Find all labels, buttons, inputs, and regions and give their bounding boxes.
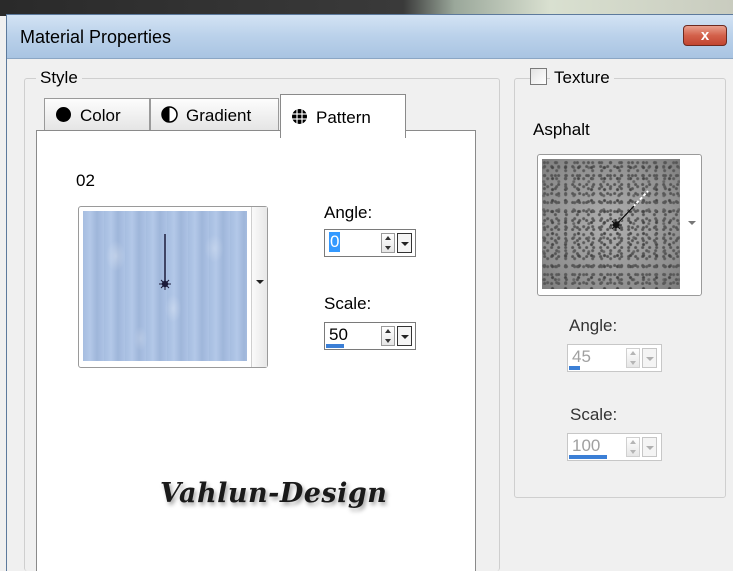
arrow-down-icon (630, 361, 636, 365)
texture-scale-level-bar (569, 455, 607, 459)
pattern-globe-icon (291, 108, 308, 125)
close-button[interactable]: x (683, 25, 727, 46)
texture-name: Asphalt (533, 120, 590, 139)
texture-checkbox-label[interactable]: Texture (550, 68, 614, 88)
chevron-down-icon (646, 357, 654, 361)
texture-dropdown-button[interactable] (684, 155, 700, 295)
style-legend: Style (36, 68, 82, 88)
scale-spinbox[interactable]: 50 (324, 322, 416, 350)
texture-scale-dropdown-button[interactable] (642, 437, 657, 457)
scale-spin-arrows[interactable] (381, 326, 395, 346)
tab-label: Gradient (186, 106, 252, 125)
texture-center-handle[interactable] (606, 185, 656, 235)
angle-dropdown-button[interactable] (397, 233, 412, 253)
tab-label: Color (80, 106, 121, 125)
watermark: Vahlun-Design (160, 478, 388, 509)
arrow-up-icon (630, 351, 636, 355)
arrow-down-icon (385, 246, 391, 250)
chevron-down-icon (401, 242, 409, 246)
texture-scale-label: Scale: (570, 405, 618, 424)
scale-dropdown-button[interactable] (397, 326, 412, 346)
tab-color[interactable]: Color (44, 98, 150, 131)
scale-level-bar (326, 344, 344, 348)
arrow-down-icon (630, 450, 636, 454)
pattern-center-handle[interactable] (155, 232, 175, 302)
half-circle-icon (161, 106, 178, 123)
close-icon: x (700, 27, 710, 44)
texture-angle-dropdown-button[interactable] (642, 348, 657, 368)
tab-pattern[interactable]: Pattern (280, 94, 406, 138)
chevron-down-icon (401, 335, 409, 339)
pattern-dropdown-button[interactable] (251, 207, 267, 367)
texture-scale-spin-arrows[interactable] (626, 437, 640, 457)
angle-spinbox[interactable]: 0 (324, 229, 416, 257)
angle-value[interactable]: 0 (329, 232, 341, 252)
title-bar[interactable]: Material Properties x (7, 15, 733, 59)
arrow-down-icon (385, 339, 391, 343)
filled-circle-icon (55, 106, 72, 123)
window-title: Material Properties (20, 27, 172, 47)
texture-angle-label: Angle: (569, 316, 618, 335)
scale-label: Scale: (324, 294, 372, 313)
texture-angle-value[interactable]: 45 (572, 347, 591, 367)
tab-label: Pattern (316, 108, 371, 127)
tab-gradient[interactable]: Gradient (150, 98, 279, 131)
pattern-swatch[interactable] (78, 206, 268, 368)
texture-angle-spinbox[interactable]: 45 (567, 344, 662, 372)
pattern-name: 02 (76, 171, 95, 190)
angle-spin-arrows[interactable] (381, 233, 395, 253)
chevron-down-icon (646, 446, 654, 450)
texture-angle-level-bar (569, 366, 580, 370)
chevron-down-icon (256, 280, 264, 284)
texture-checkbox[interactable] (530, 68, 547, 85)
arrow-up-icon (385, 236, 391, 240)
texture-angle-spin-arrows[interactable] (626, 348, 640, 368)
arrow-up-icon (385, 329, 391, 333)
texture-scale-value[interactable]: 100 (572, 436, 600, 456)
angle-label: Angle: (324, 203, 373, 222)
chevron-down-icon (688, 221, 696, 225)
arrow-up-icon (630, 440, 636, 444)
scale-value[interactable]: 50 (329, 325, 348, 345)
texture-scale-spinbox[interactable]: 100 (567, 433, 662, 461)
texture-swatch[interactable] (537, 154, 702, 296)
